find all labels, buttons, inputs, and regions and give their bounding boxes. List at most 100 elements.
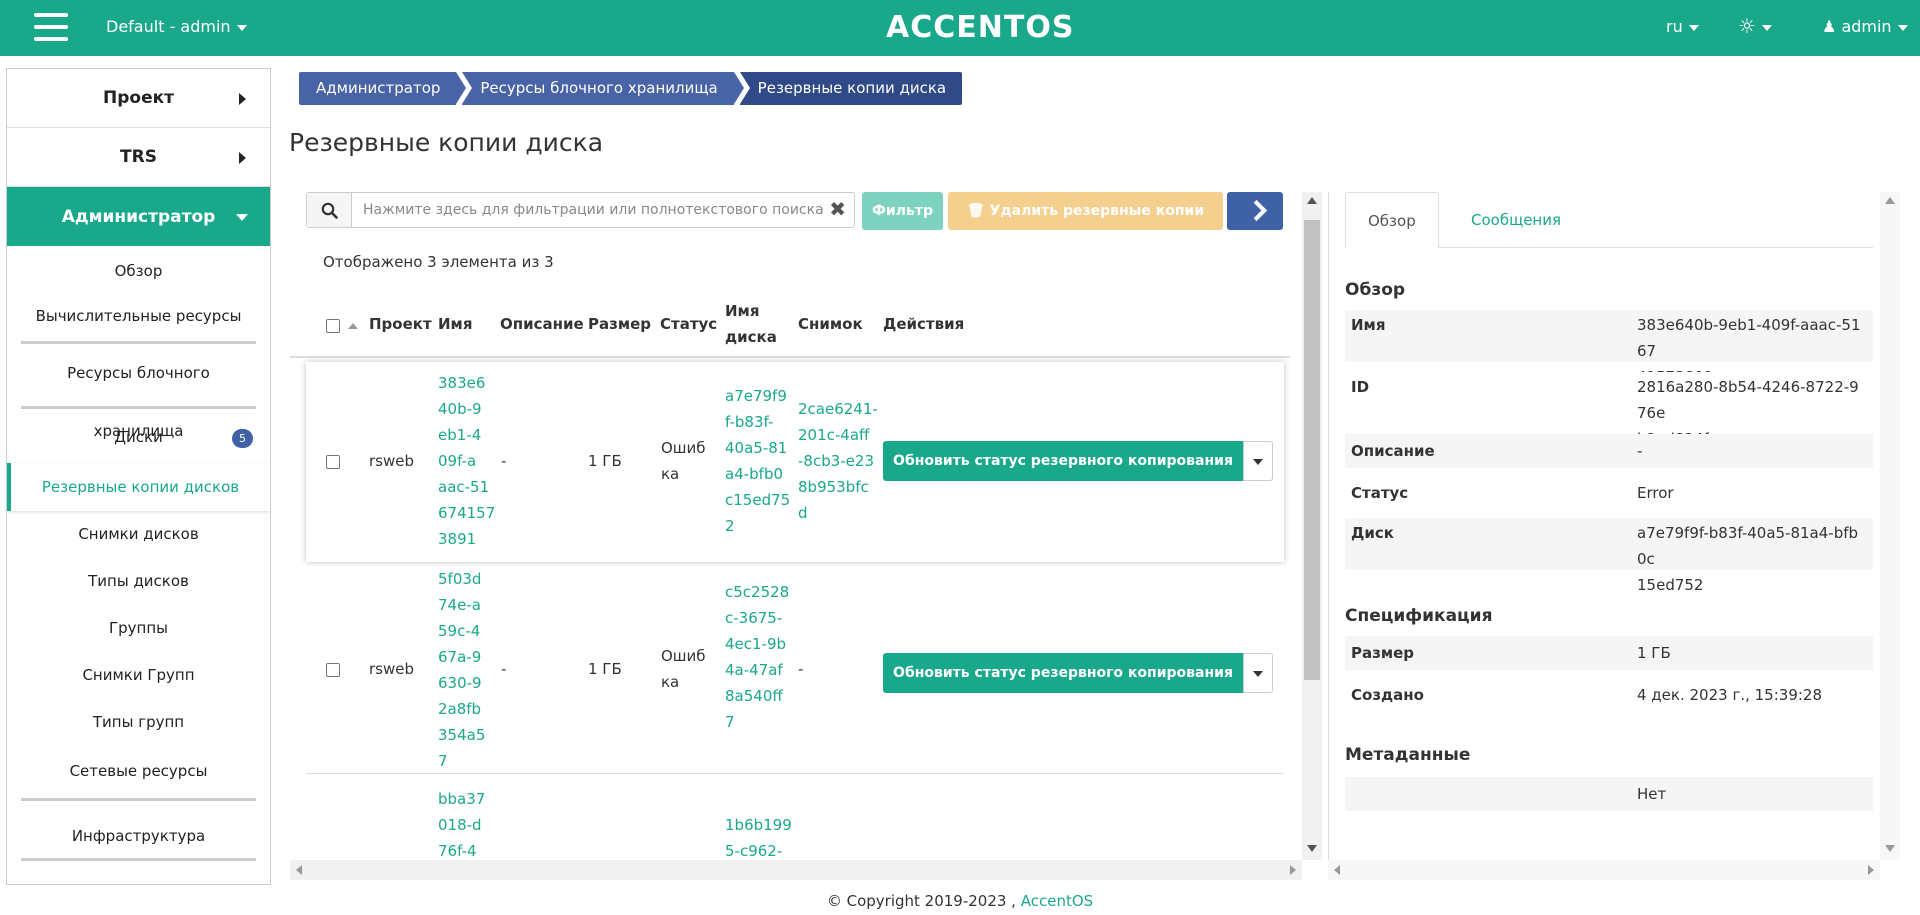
cell-project: rsweb xyxy=(369,452,414,470)
clear-icon[interactable]: ✖ xyxy=(829,199,846,219)
scroll-left-icon[interactable] xyxy=(1334,865,1340,875)
search-input[interactable] xyxy=(353,194,823,226)
detail-row-metadata: Нет xyxy=(1345,777,1873,811)
spec-heading: Спецификация xyxy=(1345,606,1493,626)
filter-button[interactable]: Фильтр xyxy=(862,192,943,230)
cell-disk-link[interactable]: a7e79f9 f-b83f- 40a5-81 a4-bfb0 c15ed75 2 xyxy=(725,383,790,539)
col-name[interactable]: Имя xyxy=(438,311,472,337)
detail-row-size: Размер 1 ГБ xyxy=(1345,636,1873,670)
table-row[interactable]: rsweb 383e6 40b-9 eb1-4 09f-a aac-51 674157 38… xyxy=(306,362,1284,562)
detail-row-disk: Диск a7e79f9f-b83f-40a5-81a4-bfb0c 15ed75… xyxy=(1345,518,1873,594)
detail-horizontal-scrollbar[interactable] xyxy=(1328,860,1880,880)
scroll-up-icon[interactable] xyxy=(1307,197,1317,204)
delete-backups-button[interactable]: 🗑 Удалить резервные копии диска xyxy=(948,192,1223,257)
cell-disk-link[interactable]: c5c2528 c-3675- 4ec1-9b 4a-47af 8a540ff 7 xyxy=(725,579,789,735)
cell-name-link[interactable]: 5f03d 74e-a 59c-4 67a-9 630-9 2a8fb 354a5 7 xyxy=(438,566,485,774)
table-row[interactable]: bba37 018-d 76f-4 1b6b199 5-c962- xyxy=(306,776,1284,860)
sidebar-section-admin[interactable]: Администратор xyxy=(7,187,270,246)
tab-overview[interactable]: Обзор xyxy=(1345,192,1439,249)
row-checkbox[interactable] xyxy=(326,455,340,469)
col-size[interactable]: Размер xyxy=(588,311,651,337)
breadcrumb-disk-backups[interactable]: Резервные копии диска xyxy=(739,72,963,105)
update-backup-status-button[interactable]: Обновить статус резервного копирования д… xyxy=(883,441,1243,509)
cell-snapshot: - xyxy=(798,660,804,678)
hamburger-menu-icon[interactable] xyxy=(34,13,68,43)
language-selector[interactable]: ru xyxy=(1666,17,1699,36)
cell-size: 1 ГБ xyxy=(588,660,622,678)
top-navbar: Default - admin ACCENTOS ru ☼ ♟ admin xyxy=(0,0,1920,56)
sidebar-item-group-types[interactable]: Типы групп xyxy=(7,699,270,746)
user-menu[interactable]: ♟ admin xyxy=(1822,17,1908,36)
metadata-heading: Метаданные xyxy=(1345,745,1471,765)
sidebar-item-disk-types[interactable]: Типы дисков xyxy=(7,558,270,605)
chevron-right-icon xyxy=(239,93,246,105)
table-row[interactable]: rsweb 5f03d 74e-a 59c-4 67a-9 630-9 2a8fb 354a… xyxy=(306,566,1284,774)
sidebar-section-trs[interactable]: TRS xyxy=(7,128,270,187)
update-backup-status-button[interactable]: Обновить статус резервного копирования д… xyxy=(883,653,1243,721)
breadcrumb-block-storage[interactable]: Ресурсы блочного хранилища xyxy=(462,72,744,105)
detail-row-id: ID 2816a280-8b54-4246-8722-976eb2ed824f xyxy=(1345,372,1873,448)
detail-label: Размер xyxy=(1351,644,1415,662)
col-disk-name[interactable]: Имя диска xyxy=(725,298,777,350)
col-actions: Действия xyxy=(883,315,965,333)
footer-link[interactable]: AccentOS xyxy=(1021,892,1093,910)
col-status[interactable]: Статус xyxy=(660,311,717,337)
table-horizontal-scrollbar[interactable] xyxy=(290,860,1302,880)
sidebar-item-groups[interactable]: Группы xyxy=(7,605,270,652)
overview-heading: Обзор xyxy=(1345,280,1406,300)
col-description[interactable]: Описание xyxy=(500,311,584,337)
col-snapshot[interactable]: Снимок xyxy=(798,311,863,337)
sidebar-section-project[interactable]: Проект xyxy=(7,69,270,128)
detail-value: 4 дек. 2023 г., 15:39:28 xyxy=(1637,686,1823,704)
cell-disk-link[interactable]: 1b6b199 5-c962- xyxy=(725,812,792,860)
sidebar-item-disk-snapshots[interactable]: Снимки дисков xyxy=(7,511,270,558)
scroll-left-icon[interactable] xyxy=(296,865,302,875)
sidebar-item-group-snapshots[interactable]: Снимки Групп xyxy=(7,652,270,699)
search-button[interactable] xyxy=(307,193,352,227)
scroll-right-icon[interactable] xyxy=(1290,865,1296,875)
chevron-right-icon xyxy=(239,152,246,164)
logo: ACCENTOS xyxy=(886,10,1075,45)
row-actions-dropdown[interactable] xyxy=(1243,653,1273,693)
tab-messages[interactable]: Сообщения xyxy=(1449,192,1583,249)
detail-value: Нет xyxy=(1637,785,1667,803)
detail-vertical-scrollbar[interactable] xyxy=(1880,192,1900,860)
scroll-down-icon[interactable] xyxy=(1307,845,1317,852)
project-selector[interactable]: Default - admin xyxy=(106,17,247,36)
sort-icon[interactable] xyxy=(348,323,358,329)
breadcrumb: Администратор Ресурсы блочного хранилища… xyxy=(299,72,968,105)
breadcrumb-admin[interactable]: Администратор xyxy=(299,72,467,105)
next-action-button[interactable] xyxy=(1227,192,1283,230)
scroll-right-icon[interactable] xyxy=(1868,865,1874,875)
select-all-checkbox[interactable] xyxy=(326,319,340,333)
cell-status: Ошиб ка xyxy=(661,647,706,691)
footer: © Copyright 2019-2023 , AccentOS xyxy=(0,892,1920,910)
detail-row-created: Создано 4 дек. 2023 г., 15:39:28 xyxy=(1345,678,1873,712)
scroll-down-icon[interactable] xyxy=(1885,845,1895,852)
row-checkbox[interactable] xyxy=(326,663,340,677)
table-vertical-scrollbar[interactable] xyxy=(1302,192,1322,860)
col-project[interactable]: Проект xyxy=(369,311,432,337)
sidebar-item-infrastructure[interactable]: Инфраструктура xyxy=(21,801,256,871)
detail-row-name: Имя 383e640b-9eb1-409f-aaac-516741573891 xyxy=(1345,310,1873,386)
gear-icon: ☼ xyxy=(1738,14,1756,38)
detail-value: Error xyxy=(1637,484,1674,502)
detail-value: - xyxy=(1637,442,1643,460)
settings-menu[interactable]: ☼ xyxy=(1738,14,1772,38)
chevron-down-icon xyxy=(236,24,247,31)
table-header: Проект Имя Описание Размер Статус Имя дис… xyxy=(290,290,1290,358)
detail-disk-link[interactable]: a7e79f9f-b83f-40a5-81a4-bfb0c 15ed752 xyxy=(1637,520,1867,598)
row-actions-dropdown[interactable] xyxy=(1243,441,1273,481)
sidebar-item-disk-backups[interactable]: Резервные копии дисков xyxy=(7,463,270,511)
cell-name-link[interactable]: bba37 018-d 76f-4 xyxy=(438,786,485,860)
sidebar-item-overview[interactable]: Обзор xyxy=(7,246,270,296)
sidebar-item-network[interactable]: Сетевые ресурсы xyxy=(21,746,256,796)
chevron-down-icon xyxy=(1688,24,1699,31)
detail-label: Имя xyxy=(1351,316,1386,334)
cell-snapshot-link[interactable]: 2cae6241- 201c-4aff -8cb3-e23 8b953bfc d xyxy=(798,396,878,526)
scroll-up-icon[interactable] xyxy=(1885,197,1895,204)
cell-name-link[interactable]: 383e6 40b-9 eb1-4 09f-a aac-51 674157 3891 xyxy=(438,370,495,552)
scrollbar-thumb[interactable] xyxy=(1304,220,1320,680)
sidebar-item-compute[interactable]: Вычислительные ресурсы xyxy=(21,296,256,336)
sidebar-item-disks[interactable]: Диски 5 xyxy=(7,409,270,457)
